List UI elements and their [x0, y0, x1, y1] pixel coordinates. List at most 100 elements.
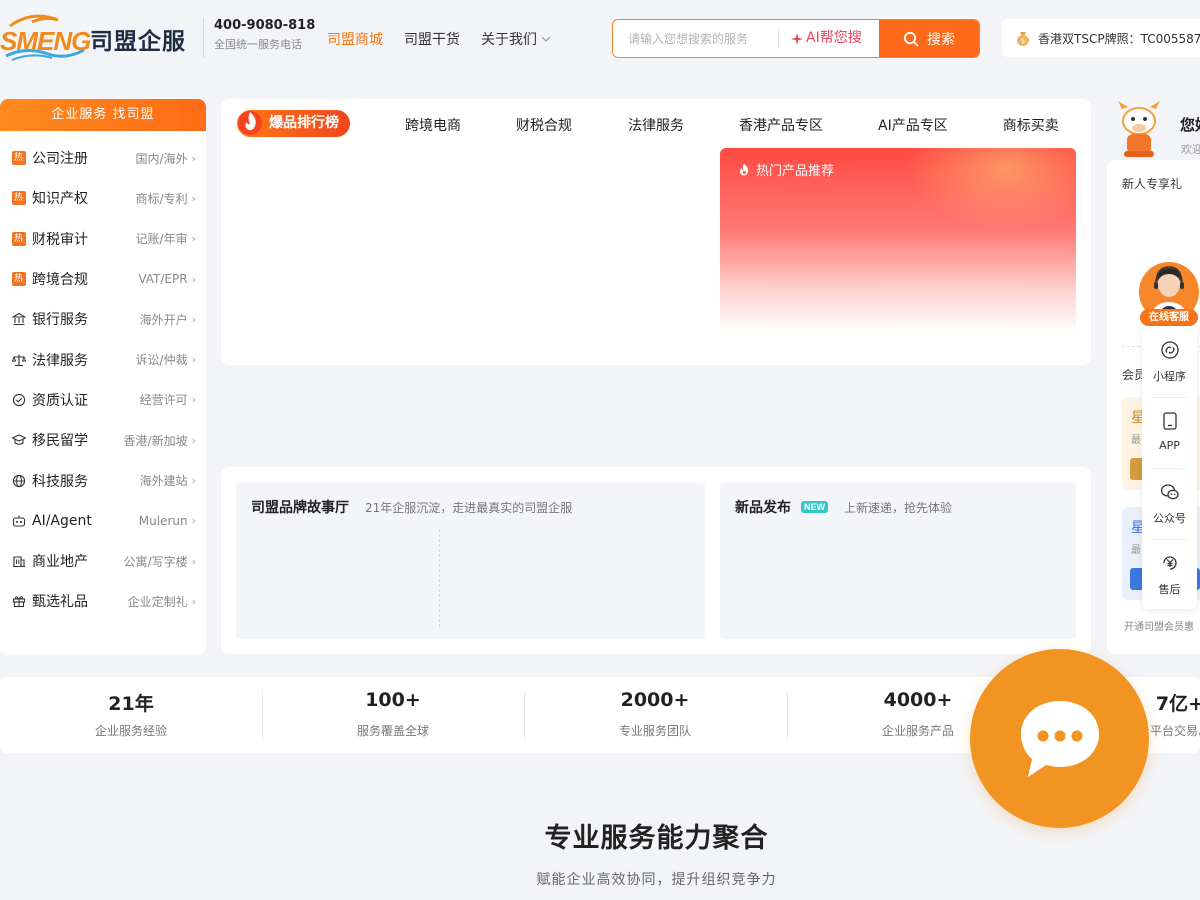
category-item-intellectual-property[interactable]: 热 知识产权 商标/专利 › — [0, 178, 206, 218]
fire-icon — [739, 163, 749, 176]
sidebar-header: 企业服务 找司盟 — [0, 99, 206, 131]
ai-search-button[interactable]: AI帮您搜 — [791, 20, 862, 57]
category-name: AI/Agent — [32, 512, 92, 529]
brand-story-panel[interactable]: 司盟品牌故事厅 21年企服沉淀，走进最真实的司盟企服 — [236, 482, 705, 639]
greeting-subtext: 欢迎 — [1181, 143, 1200, 156]
new-user-gift-title[interactable]: 新人专享礼 — [1122, 175, 1182, 192]
stat-value: 100+ — [365, 689, 421, 711]
hot-products-title: 热门产品推荐 — [738, 160, 834, 179]
tab-cross-border-ecommerce[interactable]: 跨境电商 — [405, 115, 461, 135]
category-sub: VAT/EPR — [138, 272, 188, 287]
tab-hongkong-products[interactable]: 香港产品专区 — [739, 115, 823, 135]
link-icon — [1161, 341, 1179, 359]
category-sub: 国内/海外 — [135, 151, 188, 166]
category-sub: 商标/专利 — [135, 191, 188, 206]
chevron-right-icon: › — [191, 393, 196, 407]
flame-icon — [238, 111, 262, 135]
new-launch-subtitle: 上新速递，抢先体验 — [844, 500, 953, 515]
search-bar: AI帮您搜 搜索 — [612, 19, 980, 58]
logo-english: SMENG — [0, 26, 91, 56]
bank-icon — [11, 312, 26, 327]
category-item-gifts[interactable]: 甄选礼品 企业定制礼 › — [0, 581, 206, 621]
brand-logo[interactable]: SMENG 司盟企服 — [0, 12, 190, 62]
category-name: 法律服务 — [32, 352, 88, 369]
hot-badge: 热 — [11, 151, 26, 166]
tab-tax-compliance[interactable]: 财税合规 — [516, 115, 572, 135]
search-button-label: 搜索 — [927, 31, 955, 48]
stat-label: 企业服务经验 — [94, 724, 167, 738]
tool-mini-program[interactable]: 小程序 — [1142, 326, 1197, 396]
tool-label: 小程序 — [1153, 370, 1186, 383]
category-sub: 海外建站 — [139, 474, 188, 489]
new-launch-title: 新品发布 — [735, 500, 791, 516]
tablet-icon — [1163, 412, 1177, 430]
category-sub: 公寓/写字楼 — [123, 554, 188, 569]
chevron-right-icon: › — [191, 312, 196, 326]
member-card-sub: 最 — [1131, 435, 1141, 446]
nav-item-label: 关于我们 — [481, 32, 537, 48]
chevron-right-icon: › — [191, 554, 196, 568]
license-badge[interactable]: $ 香港双TSCP牌照：TC005587 — [1002, 19, 1200, 57]
category-list: 热 公司注册 国内/海外 › 热 知识产权 商标/专利 › 热 财税审计 记账/… — [0, 131, 206, 622]
category-item-tax-audit[interactable]: 热 财税审计 记账/年审 › — [0, 219, 206, 259]
search-button[interactable]: 搜索 — [879, 20, 979, 57]
category-item-banking[interactable]: 银行服务 海外开户 › — [0, 299, 206, 339]
category-name: 知识产权 — [32, 191, 88, 208]
category-sub: 记账/年审 — [135, 232, 188, 247]
logo-chinese: 司盟企服 — [90, 29, 186, 55]
search-divider — [778, 29, 779, 48]
category-item-ai-agent[interactable]: AI/Agent Mulerun › — [0, 501, 206, 541]
nav-item-mall[interactable]: 司盟商城 — [327, 29, 383, 49]
tool-app[interactable]: APP — [1142, 397, 1197, 467]
chevron-right-icon: › — [191, 594, 196, 608]
tab-trademark-trading[interactable]: 商标买卖 — [1003, 115, 1059, 135]
tool-label: 公众号 — [1153, 512, 1186, 525]
category-item-immigration[interactable]: 移民留学 香港/新加坡 › — [0, 420, 206, 460]
stat-item: 21年 企业服务经验 — [0, 677, 262, 753]
license-text: 香港双TSCP牌照：TC005587 — [1038, 31, 1200, 46]
mascot-cow-icon — [1118, 101, 1160, 157]
stat-label: 服务覆盖全球 — [356, 724, 429, 738]
section-title: 专业服务能力聚合 — [544, 823, 769, 854]
tab-ai-products[interactable]: AI产品专区 — [878, 115, 948, 135]
tab-legal-services[interactable]: 法律服务 — [628, 115, 684, 135]
tool-after-sales[interactable]: 售后 — [1142, 539, 1197, 609]
category-item-certification[interactable]: 资质认证 经营许可 › — [0, 380, 206, 420]
category-sub: 诉讼/仲裁 — [135, 353, 188, 368]
chevron-right-icon: › — [191, 272, 196, 286]
main-nav: 司盟商城 司盟干货 关于我们 — [327, 29, 572, 49]
category-sub: 海外开户 — [139, 312, 188, 327]
category-item-real-estate[interactable]: 商业地产 公寓/写字楼 › — [0, 541, 206, 581]
hotline-caption: 全国统一服务电话 — [214, 38, 302, 51]
chevron-right-icon: › — [191, 514, 196, 528]
category-item-cross-border-compliance[interactable]: 热 跨境合规 VAT/EPR › — [0, 259, 206, 299]
category-name: 科技服务 — [32, 473, 88, 490]
nav-item-label: 司盟商城 — [327, 32, 383, 48]
chevron-right-icon: › — [191, 232, 196, 246]
nav-item-about[interactable]: 关于我们 — [481, 29, 551, 49]
search-input[interactable] — [613, 20, 778, 57]
stat-item: 2000+ 专业服务团队 — [524, 677, 786, 753]
hot-products-panel[interactable]: 热门产品推荐 — [720, 148, 1076, 333]
tool-official-account[interactable]: 公众号 — [1142, 468, 1197, 538]
category-item-tech-services[interactable]: 科技服务 海外建站 › — [0, 460, 206, 500]
category-item-company-registration[interactable]: 热 公司注册 国内/海外 › — [0, 138, 206, 178]
chevron-right-icon: › — [191, 474, 196, 488]
section-subtitle: 赋能企业高效协同，提升组织竞争力 — [536, 872, 777, 888]
dashed-divider — [439, 529, 440, 627]
online-service-tag[interactable]: 在线客服 — [1140, 309, 1198, 326]
new-launch-panel[interactable]: 新品发布 NEW 上新速递，抢先体验 — [720, 482, 1076, 639]
category-name: 银行服务 — [32, 312, 88, 329]
chevron-right-icon: › — [191, 191, 196, 205]
chat-button[interactable] — [970, 649, 1149, 828]
floating-toolbar: 小程序 APP 公众号 售后 — [1142, 326, 1197, 609]
ranking-card: 爆品排行榜 跨境电商 财税合规 法律服务 香港产品专区 AI产品专区 商标买卖 … — [221, 99, 1091, 365]
graduation-cap-icon — [11, 433, 26, 448]
category-item-legal[interactable]: 法律服务 诉讼/仲裁 › — [0, 339, 206, 379]
scale-icon — [11, 352, 26, 367]
gift-icon — [11, 594, 26, 609]
category-sub: 香港/新加坡 — [123, 433, 188, 448]
nav-item-label: 司盟干货 — [404, 32, 460, 48]
nav-item-articles[interactable]: 司盟干货 — [404, 29, 460, 49]
category-name: 资质认证 — [32, 392, 88, 409]
